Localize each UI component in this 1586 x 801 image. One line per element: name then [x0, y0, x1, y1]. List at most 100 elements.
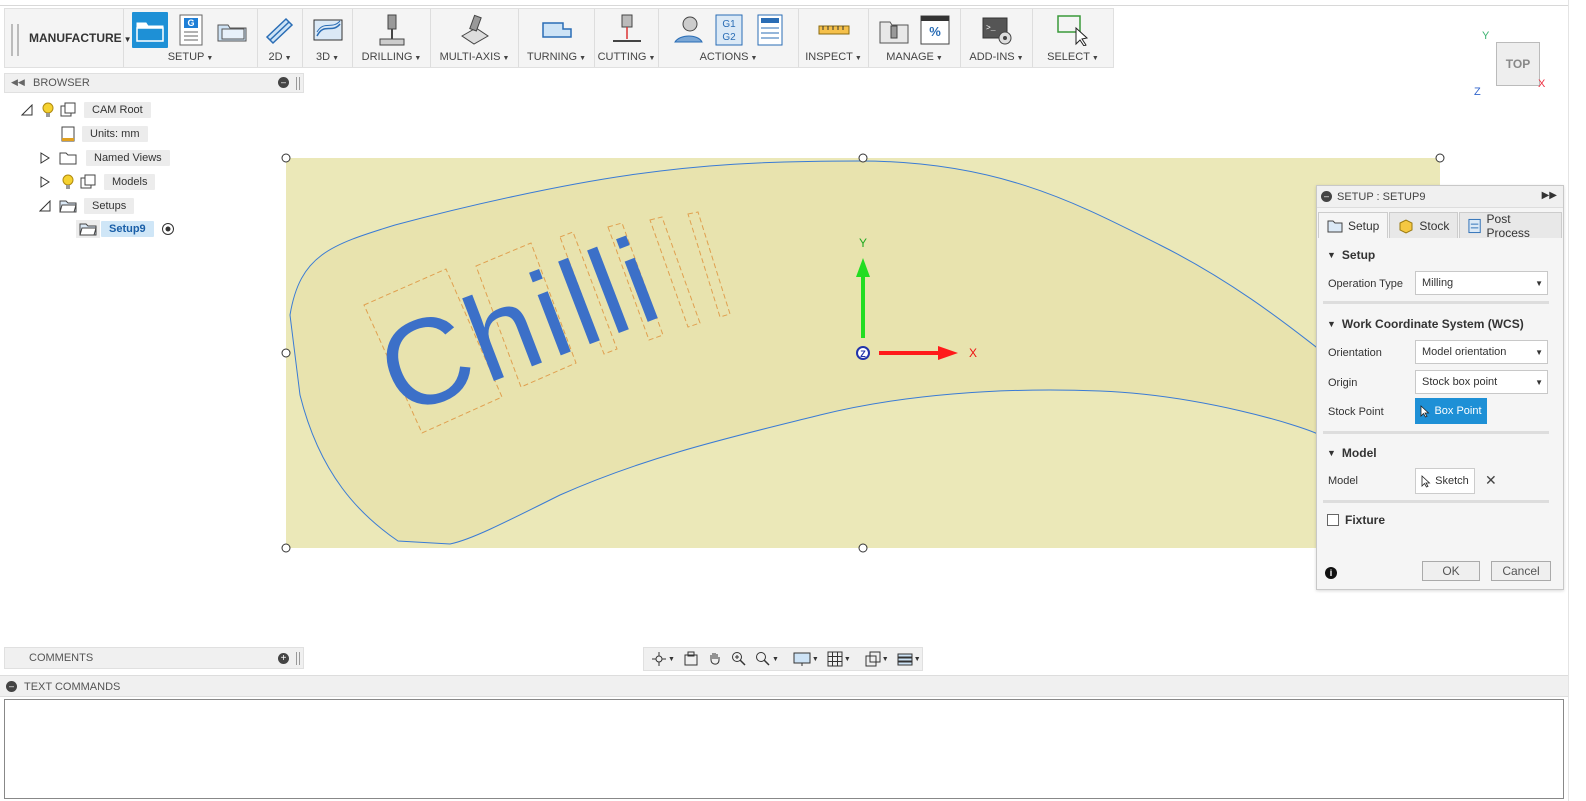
- tab-post-process[interactable]: Post Process: [1459, 212, 1562, 240]
- text-commands-header[interactable]: – TEXT COMMANDS: [0, 675, 1570, 697]
- orientation-label: Orientation: [1328, 347, 1382, 359]
- drill-icon[interactable]: [374, 12, 410, 48]
- toolbar-grip[interactable]: [11, 24, 19, 56]
- setup-folder-icon[interactable]: [131, 12, 168, 48]
- tab-setup[interactable]: Setup: [1318, 212, 1389, 238]
- section-wcs[interactable]: ▼ Work Coordinate System (WCS): [1327, 317, 1524, 331]
- tab-stock[interactable]: Stock: [1389, 212, 1459, 238]
- actions-menu[interactable]: ACTIONS ▼: [659, 51, 798, 63]
- display-monitor-icon: [793, 652, 811, 666]
- scripts-addins-icon[interactable]: >_: [979, 12, 1015, 48]
- cutting-menu[interactable]: CUTTING ▼: [595, 51, 658, 63]
- section-setup[interactable]: ▼ Setup: [1327, 248, 1375, 262]
- toolbar-group-inspect: INSPECT ▼: [798, 9, 868, 67]
- collapse-triangle-icon: ▼: [1327, 319, 1336, 329]
- box-point-button[interactable]: Box Point: [1415, 398, 1487, 424]
- checkbox-box[interactable]: [1327, 514, 1339, 526]
- section-model-title: Model: [1341, 446, 1377, 460]
- browser-minimize-button[interactable]: –: [278, 77, 289, 88]
- dropdown-arrow-icon: ▼: [1535, 348, 1543, 357]
- pan-button[interactable]: [704, 649, 726, 669]
- multi-axis-menu[interactable]: MULTI-AXIS ▼: [431, 51, 518, 63]
- simulate-icon[interactable]: [670, 12, 706, 48]
- caret-down-icon: ▼: [579, 55, 587, 62]
- fit-button[interactable]: ▼: [752, 649, 782, 669]
- cutting-icon[interactable]: [609, 12, 645, 48]
- grid-settings-button[interactable]: ▼: [824, 649, 854, 669]
- clear-model-icon[interactable]: ✕: [1485, 472, 1497, 489]
- add-comment-button[interactable]: +: [278, 653, 289, 664]
- toolbar: MANUFACTURE ▼ G SETUP ▼ 2D ▼ 3D ▼ DRILLI…: [4, 8, 1114, 68]
- 2d-menu-label: 2D: [268, 51, 283, 63]
- stock-point-label: Stock Point: [1328, 406, 1384, 418]
- viewports-button[interactable]: ▼: [862, 649, 892, 669]
- zoom-button[interactable]: [728, 649, 750, 669]
- svg-text:G1: G1: [722, 19, 736, 30]
- model-selection-label: Sketch: [1435, 475, 1469, 487]
- turning-menu[interactable]: TURNING ▼: [519, 51, 594, 63]
- collapse-arrows-icon[interactable]: ◀◀: [11, 77, 25, 88]
- post-process-g1g2-icon[interactable]: G1 G2: [711, 12, 747, 48]
- environment-button[interactable]: ▼: [894, 649, 924, 669]
- svg-text:G2: G2: [722, 32, 736, 43]
- comments-resize-handle[interactable]: [296, 652, 300, 665]
- ok-button[interactable]: OK: [1422, 561, 1480, 581]
- expand-right-icon[interactable]: ▶▶: [1542, 190, 1557, 201]
- look-at-icon: [684, 651, 698, 666]
- folder-tree-icon[interactable]: [214, 12, 250, 48]
- manage-menu[interactable]: MANAGE ▼: [869, 51, 960, 63]
- inspect-menu[interactable]: INSPECT ▼: [799, 51, 868, 63]
- drilling-menu[interactable]: DRILLING ▼: [353, 51, 430, 63]
- info-icon[interactable]: i: [1325, 567, 1337, 579]
- workspace-label: MANUFACTURE: [29, 31, 122, 45]
- setup-sheet-icon[interactable]: [752, 12, 788, 48]
- nc-program-icon[interactable]: G: [173, 12, 209, 48]
- orientation-select[interactable]: Model orientation ▼: [1415, 340, 1548, 364]
- toolbar-group-cutting: CUTTING ▼: [594, 9, 658, 67]
- select-cursor-icon[interactable]: [1055, 12, 1091, 48]
- section-divider: [1323, 301, 1549, 304]
- setup-menu[interactable]: SETUP ▼: [124, 51, 257, 63]
- setup-dialog: – SETUP : SETUP9 ▶▶ Setup Stock Post Pro…: [1316, 185, 1564, 590]
- orbit-button[interactable]: ▼: [648, 649, 678, 669]
- right-edge-strip: [1568, 0, 1586, 801]
- caret-down-icon: ▼: [206, 55, 214, 62]
- caret-down-icon: ▼: [881, 655, 889, 663]
- select-menu[interactable]: SELECT ▼: [1033, 51, 1113, 63]
- origin-select[interactable]: Stock box point ▼: [1415, 370, 1548, 394]
- viewports-icon: [865, 651, 881, 667]
- display-settings-button[interactable]: ▼: [790, 649, 822, 669]
- drilling-menu-label: DRILLING: [361, 51, 413, 63]
- turning-icon[interactable]: [539, 12, 575, 48]
- multi-axis-icon[interactable]: [457, 12, 493, 48]
- pan-hand-icon: [710, 653, 720, 665]
- fixture-checkbox[interactable]: Fixture: [1327, 513, 1385, 527]
- tool-library-icon[interactable]: [876, 12, 912, 48]
- browser-resize-handle[interactable]: [296, 77, 300, 90]
- section-model[interactable]: ▼ Model: [1327, 446, 1377, 460]
- 3d-adaptive-icon[interactable]: [310, 12, 346, 48]
- viewcube-top-face[interactable]: TOP: [1496, 42, 1540, 86]
- workspace-switcher[interactable]: MANUFACTURE ▼: [29, 31, 132, 45]
- operation-type-select[interactable]: Milling ▼: [1415, 271, 1548, 295]
- setup-dialog-header[interactable]: – SETUP : SETUP9 ▶▶: [1317, 186, 1563, 208]
- text-commands-minimize-button[interactable]: –: [6, 681, 17, 692]
- add-ins-menu[interactable]: ADD-INS ▼: [961, 51, 1032, 63]
- model-selection-button[interactable]: Sketch: [1415, 468, 1475, 494]
- 2d-contour-icon[interactable]: [262, 12, 298, 48]
- cancel-button[interactable]: Cancel: [1491, 561, 1551, 581]
- dialog-minimize-button[interactable]: –: [1321, 191, 1332, 202]
- add-ins-menu-label: ADD-INS: [969, 51, 1015, 63]
- setup-menu-label: SETUP: [167, 51, 205, 63]
- look-at-button[interactable]: [680, 649, 702, 669]
- caret-down-icon: ▼: [811, 655, 819, 663]
- measure-ruler-icon[interactable]: [816, 12, 852, 48]
- 2d-menu[interactable]: 2D ▼: [258, 51, 302, 63]
- 3d-menu[interactable]: 3D ▼: [303, 51, 352, 63]
- viewcube[interactable]: TOP Y X Z: [1474, 30, 1545, 100]
- dropdown-arrow-icon: ▼: [1535, 279, 1543, 288]
- multi-axis-menu-label: MULTI-AXIS: [439, 51, 501, 63]
- section-divider: [1323, 431, 1549, 434]
- template-library-icon[interactable]: %: [917, 12, 953, 48]
- text-commands-console[interactable]: [4, 699, 1564, 799]
